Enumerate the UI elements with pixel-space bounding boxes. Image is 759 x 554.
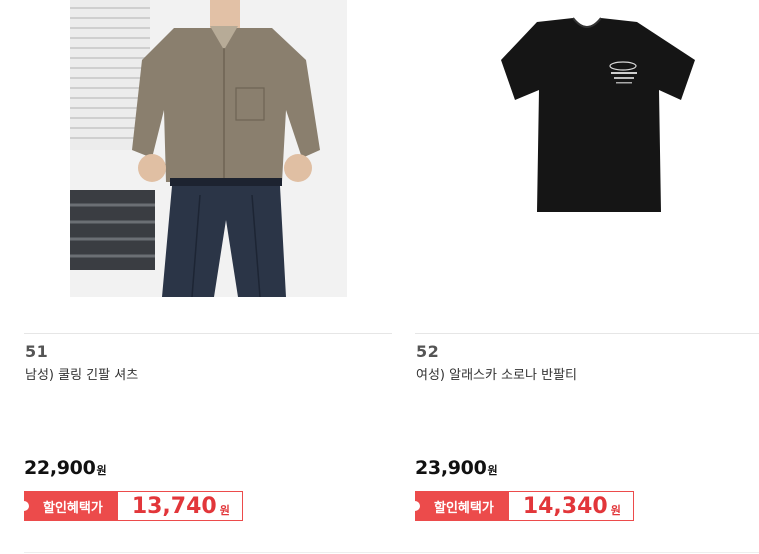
- price-value: 22,900: [24, 457, 96, 479]
- product-image[interactable]: [24, 0, 392, 300]
- shirt-model-image: [70, 0, 347, 298]
- bottom-divider: [24, 552, 759, 553]
- price-currency: 원: [96, 464, 107, 477]
- discount-label: 할인혜택가: [410, 491, 509, 521]
- price-currency: 원: [487, 464, 498, 477]
- product-card[interactable]: 52 여성) 알래스카 소로나 반팔티 23,900원 할인혜택가 14,340…: [410, 0, 759, 554]
- discount-label-text: 할인혜택가: [43, 500, 103, 516]
- price-value: 23,900: [415, 457, 487, 479]
- discount-price-value: 14,340: [522, 493, 608, 519]
- product-image[interactable]: [415, 0, 759, 300]
- discount-label: 할인혜택가: [19, 491, 118, 521]
- product-rank: 52: [416, 342, 440, 361]
- divider: [24, 333, 392, 334]
- product-card[interactable]: 51 남성) 쿨링 긴팔 셔츠 22,900원 할인혜택가 13,740 원: [19, 0, 392, 554]
- product-rank: 51: [25, 342, 49, 361]
- discount-currency: 원: [610, 504, 621, 517]
- discount-price-badge: 할인혜택가 14,340 원: [410, 491, 634, 521]
- product-name[interactable]: 남성) 쿨링 긴팔 셔츠: [25, 364, 138, 383]
- product-price: 22,900원: [24, 457, 107, 479]
- tshirt-image: [501, 17, 695, 212]
- ticket-notch-icon: [19, 501, 29, 511]
- discount-price-badge: 할인혜택가 13,740 원: [19, 491, 243, 521]
- product-price: 23,900원: [415, 457, 498, 479]
- product-name[interactable]: 여성) 알래스카 소로나 반팔티: [416, 364, 577, 383]
- ticket-notch-icon: [410, 501, 420, 511]
- discount-price-value: 13,740: [131, 493, 217, 519]
- discount-price: 13,740 원: [117, 491, 243, 521]
- divider: [415, 333, 759, 334]
- discount-currency: 원: [219, 504, 230, 517]
- discount-price: 14,340 원: [508, 491, 634, 521]
- discount-label-text: 할인혜택가: [434, 500, 494, 516]
